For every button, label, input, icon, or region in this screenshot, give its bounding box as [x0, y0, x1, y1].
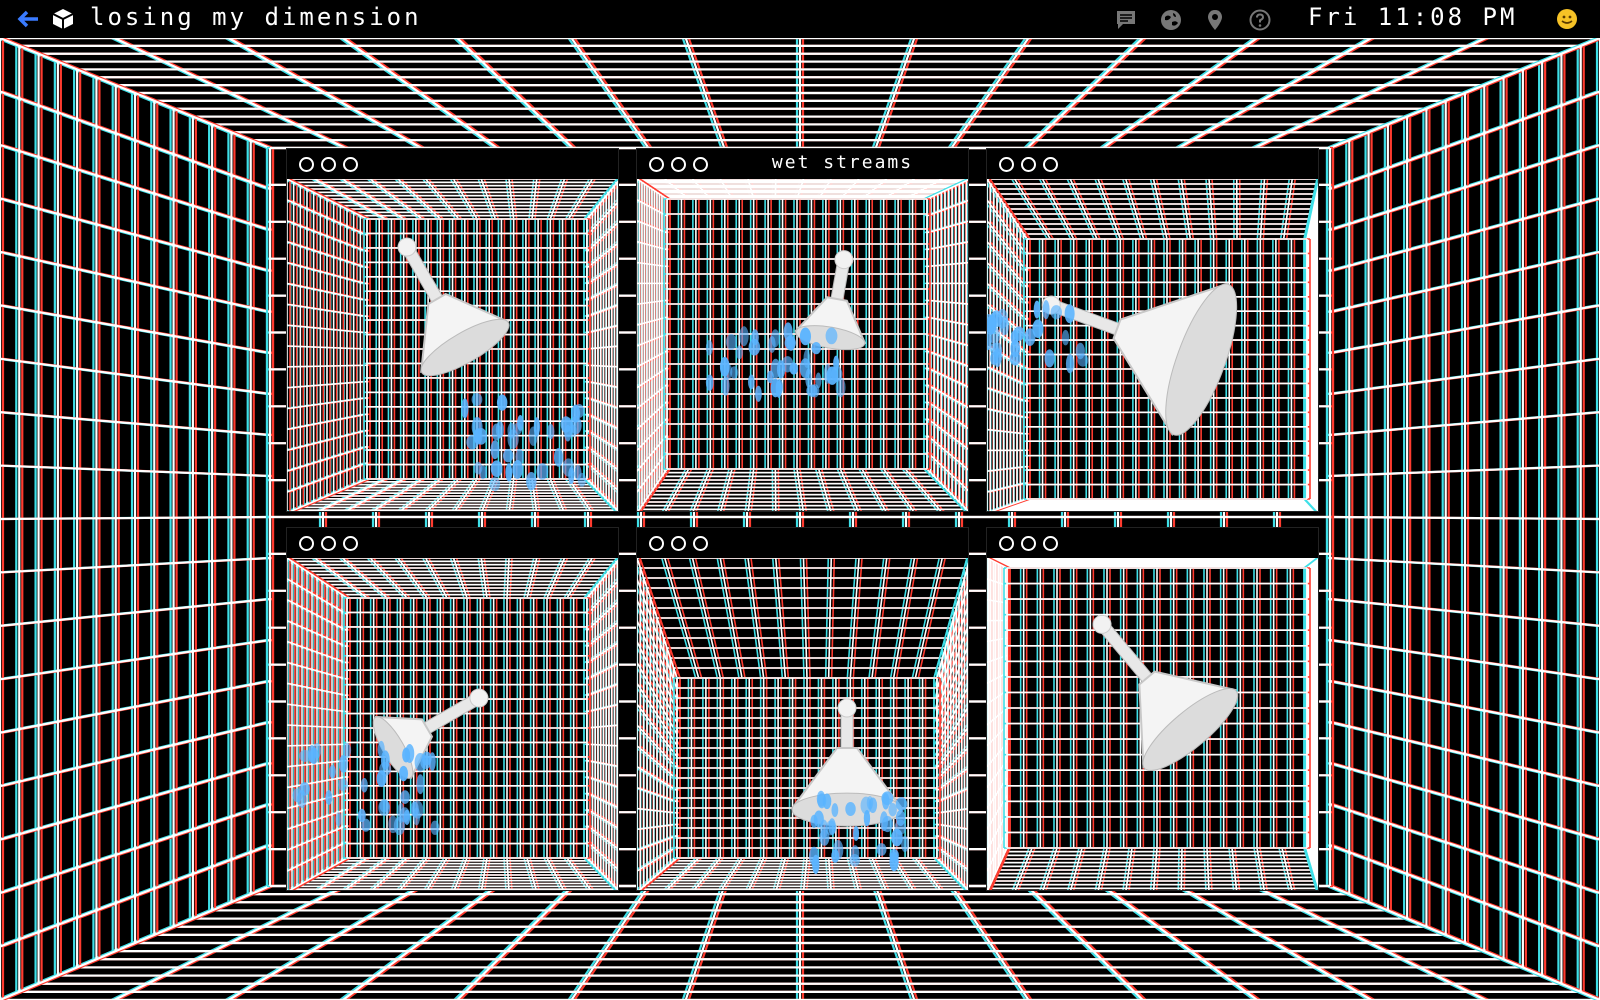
window-6[interactable] — [986, 527, 1319, 891]
window-2[interactable]: wet streams — [636, 148, 969, 512]
maximize-button[interactable] — [343, 157, 358, 172]
window-titlebar[interactable] — [287, 149, 618, 179]
clock[interactable]: Fri 11:08 PM — [1308, 3, 1517, 31]
minimize-button[interactable] — [671, 536, 686, 551]
window-1[interactable] — [286, 148, 619, 512]
maximize-button[interactable] — [343, 536, 358, 551]
window-title: wet streams — [637, 152, 968, 173]
maximize-button[interactable] — [1043, 536, 1058, 551]
minimize-button[interactable] — [1021, 157, 1036, 172]
close-button[interactable] — [299, 536, 314, 551]
app-title: losing my dimension — [90, 3, 422, 31]
cube-icon[interactable] — [52, 8, 74, 30]
chat-icon[interactable] — [1115, 9, 1137, 31]
maximize-button[interactable] — [1043, 157, 1058, 172]
window-titlebar[interactable] — [987, 528, 1318, 558]
minimize-button[interactable] — [321, 536, 336, 551]
close-button[interactable] — [999, 536, 1014, 551]
maximize-button[interactable] — [693, 536, 708, 551]
window-titlebar[interactable] — [987, 149, 1318, 179]
back-arrow-icon[interactable] — [16, 8, 40, 30]
shower-scene-view — [637, 558, 969, 891]
window-3[interactable] — [986, 148, 1319, 512]
minimize-button[interactable] — [321, 157, 336, 172]
help-icon[interactable] — [1249, 9, 1271, 31]
close-button[interactable] — [299, 157, 314, 172]
shower-scene-view — [987, 558, 1319, 891]
window-titlebar[interactable]: wet streams — [637, 149, 968, 179]
close-button[interactable] — [999, 157, 1014, 172]
globe-icon[interactable] — [1160, 9, 1182, 31]
location-pin-icon[interactable] — [1204, 9, 1226, 31]
shower-scene-view — [287, 179, 619, 512]
shower-scene-view — [287, 558, 619, 891]
shower-scene-view — [637, 179, 969, 512]
window-5[interactable] — [636, 527, 969, 891]
shower-scene-view — [987, 179, 1319, 512]
smiley-icon[interactable] — [1557, 9, 1577, 29]
minimize-button[interactable] — [1021, 536, 1036, 551]
window-4[interactable] — [286, 527, 619, 891]
menu-bar: losing my dimension Fri 11:08 PM — [0, 0, 1600, 38]
window-titlebar[interactable] — [287, 528, 618, 558]
close-button[interactable] — [649, 536, 664, 551]
window-titlebar[interactable] — [637, 528, 968, 558]
